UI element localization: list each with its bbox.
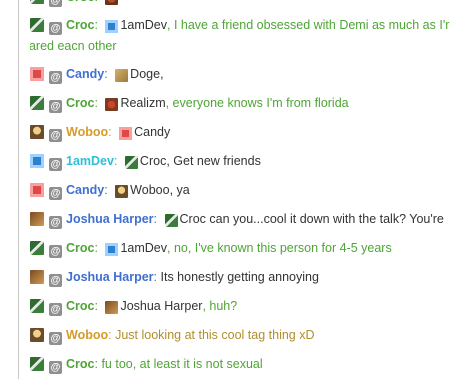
at-tag-icon: @: [49, 71, 62, 84]
woboo-mention-avatar-icon: [115, 185, 129, 198]
message-text: Just looking at this cool tag thing xD: [115, 328, 315, 342]
mention-name[interactable]: Joshua Harper: [120, 299, 202, 313]
username[interactable]: Croc: [66, 299, 94, 313]
mention-name[interactable]: Woboo: [130, 183, 169, 197]
at-tag-icon: @: [49, 100, 62, 113]
message-row: @ Woboo: Candy: [30, 124, 170, 142]
woboo-avatar-icon: [30, 125, 44, 139]
dev-mention-avatar-icon: [105, 20, 119, 33]
at-tag-icon: @: [49, 0, 62, 7]
message-text: ,: [160, 67, 164, 81]
username[interactable]: Woboo: [66, 328, 108, 342]
joshua-avatar-icon: [30, 212, 44, 226]
at-tag-icon: @: [49, 361, 62, 374]
croc-avatar-icon: [30, 357, 44, 371]
mention-name[interactable]: 1amDev: [120, 241, 167, 255]
croc-mention-avatar-icon: [124, 156, 138, 169]
message-text: Its honestly getting annoying: [160, 270, 319, 284]
username[interactable]: Woboo: [66, 125, 108, 139]
message-row: @ Croc: 1amDev, I have a friend obsessed …: [30, 17, 450, 54]
croc-avatar-icon: [30, 241, 44, 255]
candy-avatar-icon: [30, 67, 44, 81]
message-text-continued: We dared eacn other: [30, 39, 117, 53]
joshua-mention-avatar-icon: [105, 301, 119, 314]
dev-avatar-icon: [30, 154, 44, 168]
message-text: , no, I've known this person for 4-5 yea…: [167, 241, 392, 255]
message-text: , everyone knows I'm from florida: [165, 96, 349, 110]
message-row-partial: @Croc:: [30, 0, 120, 7]
croc-mention-avatar-icon: [164, 214, 178, 227]
message-text: , I have a friend obsessed with Demi as …: [167, 18, 450, 32]
at-tag-icon: @: [49, 332, 62, 345]
at-tag-icon: @: [49, 158, 62, 171]
message-text: fu too, at least it is not sexual: [101, 357, 263, 371]
message-row: @ Joshua Harper: Its honestly getting ann…: [30, 269, 319, 287]
candy-avatar-icon: [30, 183, 44, 197]
joshua-avatar-icon: [30, 270, 44, 284]
message-row: @ Candy: Woboo, ya: [30, 182, 190, 200]
username[interactable]: Croc: [66, 357, 94, 371]
username[interactable]: Croc: [66, 241, 94, 255]
realizm-mention-avatar-icon: [105, 98, 119, 111]
username[interactable]: Croc: [66, 96, 94, 110]
mention-name[interactable]: Croc: [140, 154, 166, 168]
woboo-avatar-icon: [30, 328, 44, 342]
message-row: @ Croc: Realizm, everyone knows I'm from …: [30, 95, 349, 113]
candy-mention-avatar-icon: [119, 127, 133, 140]
message-text: , Get new friends: [166, 154, 261, 168]
croc-avatar-icon: [30, 18, 44, 32]
username[interactable]: Joshua Harper: [66, 270, 154, 284]
dev-mention-avatar-icon: [105, 243, 119, 256]
mention-name[interactable]: Doge: [130, 67, 160, 81]
username[interactable]: Candy: [66, 183, 104, 197]
croc-avatar-icon: [30, 0, 44, 4]
message-row: @1amDev: Croc, Get new friends: [30, 153, 261, 171]
username[interactable]: Croc: [66, 18, 94, 32]
mention-name[interactable]: Realizm: [120, 96, 165, 110]
message-row: @ Joshua Harper: Croc can you...cool it d…: [30, 211, 444, 229]
chat-gutter-divider: [18, 0, 19, 379]
at-tag-icon: @: [49, 274, 62, 287]
mention-name[interactable]: Croc: [180, 212, 206, 226]
message-row: @ Croc: fu too, at least it is not sexual: [30, 356, 263, 374]
croc-avatar-icon: [30, 299, 44, 313]
message-text: can you...cool it down with the talk? Yo…: [205, 212, 444, 226]
message-text: , huh?: [202, 299, 238, 313]
username[interactable]: Joshua Harper: [66, 212, 154, 226]
doge-mention-avatar-icon: [115, 69, 129, 82]
message-row: @ Candy: Doge,: [30, 66, 164, 84]
message-row: @ Croc: Joshua Harper, huh?: [30, 298, 237, 316]
at-tag-icon: @: [49, 245, 62, 258]
at-tag-icon: @: [49, 22, 62, 35]
message-row: @ Croc: 1amDev, no, I've known this perso…: [30, 240, 392, 258]
croc-avatar-icon: [30, 96, 44, 110]
mention-name[interactable]: Candy: [134, 125, 170, 139]
username[interactable]: Candy: [66, 67, 104, 81]
mention-name[interactable]: 1amDev: [120, 18, 167, 32]
at-tag-icon: @: [49, 303, 62, 316]
chat-log[interactable]: @Croc: @Croc: 1amDev, I have a friend ob…: [30, 0, 450, 379]
message-text: , ya: [169, 183, 190, 197]
at-tag-icon: @: [49, 216, 62, 229]
at-tag-icon: @: [49, 129, 62, 142]
username[interactable]: Croc: [66, 0, 94, 4]
message-row: @ Woboo: Just looking at this cool tag th…: [30, 327, 315, 345]
username[interactable]: 1amDev: [66, 154, 114, 168]
mention-avatar-icon: [105, 0, 119, 5]
at-tag-icon: @: [49, 187, 62, 200]
